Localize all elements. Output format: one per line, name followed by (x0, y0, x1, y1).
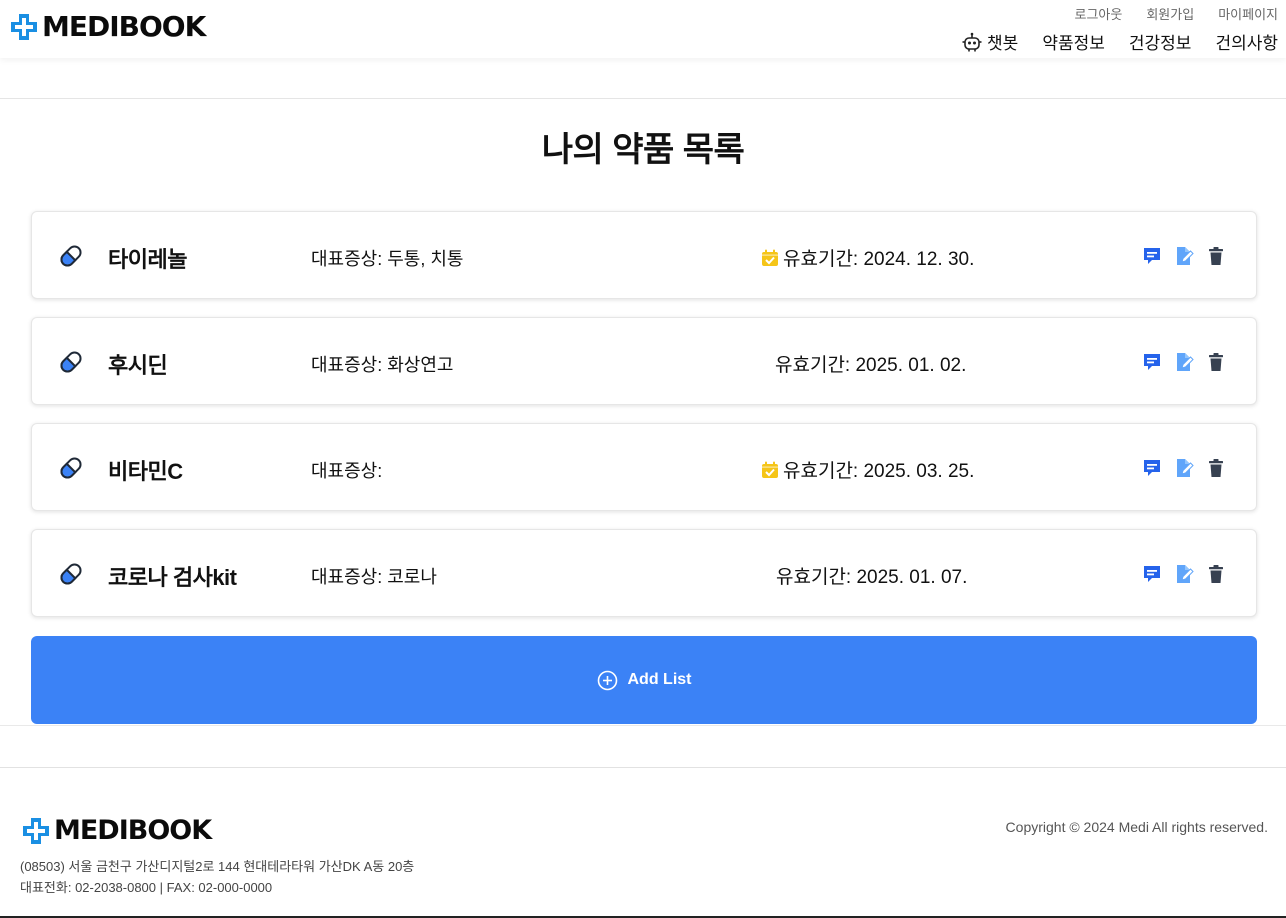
header-divider (0, 98, 1286, 99)
pill-icon (60, 563, 82, 585)
medicine-expiry-text: 유효기간: 2024. 12. 30. (783, 249, 975, 270)
medicine-symptom: 대표증상: 화상연고 (311, 355, 454, 375)
medibook-cross-icon (11, 14, 37, 40)
trash-icon[interactable] (1206, 245, 1226, 267)
pill-icon (60, 245, 82, 267)
edit-icon[interactable] (1174, 245, 1194, 267)
medicine-expiry: 유효기간: 2025. 01. 02. (775, 350, 966, 377)
add-list-button[interactable]: Add List (31, 636, 1257, 724)
footer-brand-name: MEDIBOOK (54, 815, 212, 846)
mypage-link[interactable]: 마이페이지 (1218, 4, 1278, 23)
nav-chatbot-label: 챗봇 (987, 34, 1019, 53)
medicine-expiry-text: 유효기간: 2025. 01. 07. (776, 567, 968, 588)
medicine-card: 후시딘 대표증상: 화상연고 유효기간: 2025. 01. 02. (31, 317, 1257, 405)
trash-icon[interactable] (1206, 563, 1226, 585)
card-actions (1142, 351, 1226, 373)
medicine-symptom: 대표증상: 두통, 치통 (311, 249, 464, 269)
edit-icon[interactable] (1174, 351, 1194, 373)
medicine-expiry-text: 유효기간: 2025. 01. 02. (775, 355, 967, 376)
trash-icon[interactable] (1206, 351, 1226, 373)
footer-copyright: Copyright © 2024 Medi All rights reserve… (1005, 819, 1268, 835)
medicine-expiry: 유효기간: 2025. 01. 07. (776, 562, 967, 589)
signup-link[interactable]: 회원가입 (1146, 4, 1194, 23)
logout-link[interactable]: 로그아웃 (1075, 4, 1123, 23)
calendar-check-icon (762, 249, 778, 266)
main-nav: 챗봇 약품정보 건강정보 건의사항 (961, 29, 1278, 54)
medicine-name: 타이레놀 (108, 247, 187, 272)
card-actions (1142, 563, 1226, 585)
content-divider (0, 725, 1286, 726)
medicine-expiry: 유효기간: 2024. 12. 30. (760, 244, 974, 271)
add-list-label: Add List (627, 671, 692, 688)
medicine-expiry-text: 유효기간: 2025. 03. 25. (783, 461, 975, 482)
pill-icon (60, 351, 82, 373)
medicine-name: 후시딘 (108, 353, 168, 378)
edit-icon[interactable] (1174, 457, 1194, 479)
trash-icon[interactable] (1206, 457, 1226, 479)
medicine-symptom: 대표증상: 코로나 (311, 567, 437, 587)
nav-drug-info[interactable]: 약품정보 (1042, 29, 1105, 54)
calendar-check-icon (762, 461, 778, 478)
brand-name: MEDIBOOK (42, 10, 206, 43)
pill-icon (60, 457, 82, 479)
header-logo[interactable]: MEDIBOOK (9, 10, 206, 43)
memo-icon[interactable] (1142, 563, 1162, 585)
footer-divider (0, 767, 1286, 768)
medicine-card: 코로나 검사kit 대표증상: 코로나 유효기간: 2025. 01. 07. (31, 529, 1257, 617)
nav-chatbot[interactable]: 챗봇 (961, 29, 1018, 54)
robot-icon (962, 32, 982, 51)
footer-logo: MEDIBOOK (21, 815, 212, 846)
medicine-expiry: 유효기간: 2025. 03. 25. (760, 456, 974, 483)
footer-phone: 대표전화: 02-2038-0800 | FAX: 02-000-0000 (20, 880, 273, 895)
memo-icon[interactable] (1142, 351, 1162, 373)
nav-suggestions[interactable]: 건의사항 (1215, 29, 1278, 54)
card-actions (1142, 245, 1226, 267)
memo-icon[interactable] (1142, 457, 1162, 479)
medicine-card: 타이레놀 대표증상: 두통, 치통 유효기간: 2024. 12. 30. (31, 211, 1257, 299)
page-title: 나의 약품 목록 (541, 131, 745, 169)
nav-health-info[interactable]: 건강정보 (1129, 29, 1192, 54)
medicine-name: 코로나 검사kit (108, 565, 237, 590)
top-links: 로그아웃 회원가입 마이페이지 (1075, 4, 1279, 23)
site-header: MEDIBOOK 로그아웃 회원가입 마이페이지 챗봇 약품정보 건강정보 건의… (0, 0, 1286, 58)
card-actions (1142, 457, 1226, 479)
medicine-card: 비타민C 대표증상: 유효기간: 2025. 03. 25. (31, 423, 1257, 511)
medibook-cross-icon (23, 818, 49, 844)
medicine-symptom: 대표증상: (311, 461, 383, 481)
medicine-name: 비타민C (108, 459, 183, 484)
edit-icon[interactable] (1174, 563, 1194, 585)
plus-circle-icon (597, 670, 617, 690)
footer-address: (08503) 서울 금천구 가산디지털2로 144 현대테라타워 가산DK A… (20, 859, 415, 874)
memo-icon[interactable] (1142, 245, 1162, 267)
